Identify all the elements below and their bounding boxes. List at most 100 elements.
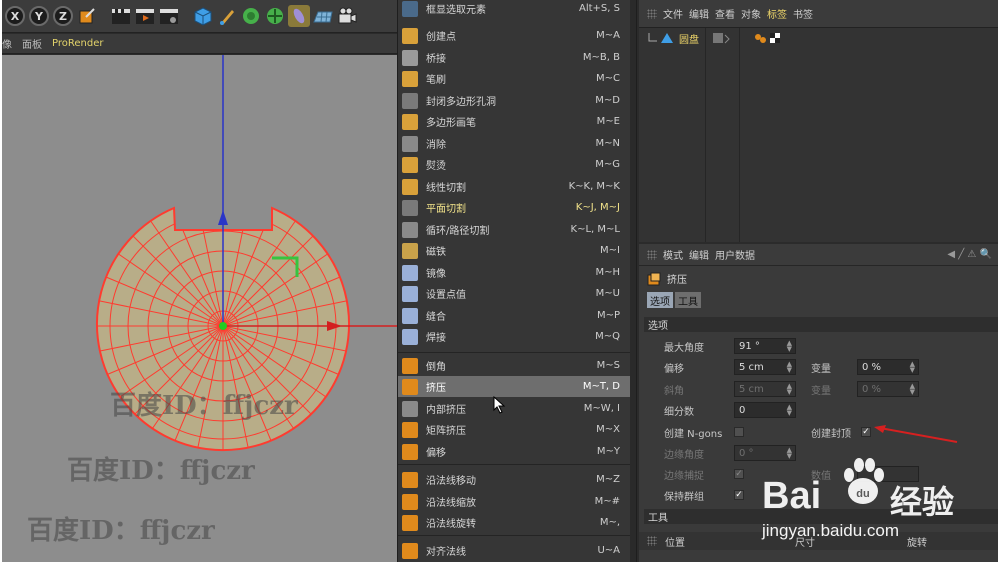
object-name: 圆盘 bbox=[679, 34, 699, 46]
coords-position-label: 位置 bbox=[665, 537, 685, 549]
create-cap-checkbox[interactable]: ✓ bbox=[861, 427, 871, 437]
menu-item-frame-selected[interactable]: 框显选取元素 Alt+S, S bbox=[398, 0, 636, 19]
grip-icon[interactable] bbox=[647, 249, 657, 260]
om-menu-bookmarks[interactable]: 书签 bbox=[793, 6, 813, 21]
menu-item-matrix-extrude[interactable]: 矩阵挤压 M~X bbox=[398, 419, 636, 440]
menu-item-bridge[interactable]: 桥接 M~B, B bbox=[398, 47, 636, 68]
menu-item-iron[interactable]: 熨烫 M~G bbox=[398, 154, 636, 175]
offset-icon bbox=[402, 443, 418, 460]
menu-item-loop-path-cut[interactable]: 循环/路径切割 K~L, M~L bbox=[398, 219, 636, 240]
menu-item-mirror[interactable]: 镜像 M~H bbox=[398, 262, 636, 283]
x-axis-button[interactable]: X bbox=[4, 5, 26, 27]
grip-icon[interactable] bbox=[647, 8, 657, 19]
menu-item-label: 磁铁 bbox=[426, 247, 446, 258]
tab-options[interactable]: 选项 bbox=[647, 292, 673, 308]
material-tag-icon[interactable] bbox=[753, 31, 783, 45]
menu-item-brush[interactable]: 笔刷 M~C bbox=[398, 68, 636, 89]
am-menu-mode[interactable]: 模式 bbox=[663, 247, 683, 262]
menu-item-normal-move[interactable]: 沿法线移动 M~Z bbox=[398, 469, 636, 490]
subdivision-field[interactable]: 0 ▲ ▼ bbox=[734, 402, 796, 418]
variance1-field[interactable]: 0 % ▲ ▼ bbox=[857, 359, 919, 375]
menu-item-label: 线性切割 bbox=[426, 183, 466, 194]
render-to-picture-viewer-button[interactable] bbox=[134, 5, 156, 27]
om-menu-view[interactable]: 查看 bbox=[715, 6, 735, 21]
menu-scrollbar[interactable] bbox=[630, 0, 636, 562]
floor-button[interactable] bbox=[312, 5, 334, 27]
subdivision-button[interactable] bbox=[240, 5, 262, 27]
line-cut-icon bbox=[402, 178, 418, 195]
offset-field[interactable]: 5 cm ▲ ▼ bbox=[734, 359, 796, 375]
menu-item-shortcut: M~D bbox=[595, 95, 620, 106]
edge-snap-checkbox[interactable]: ✓ bbox=[734, 469, 744, 479]
object-row-disk[interactable]: 圆盘 bbox=[647, 30, 783, 46]
am-menu-edit[interactable]: 编辑 bbox=[689, 247, 709, 262]
menu-item-close-polygon-hole[interactable]: 封闭多边形孔洞 M~D bbox=[398, 90, 636, 111]
menu-item-weld[interactable]: 焊接 M~Q bbox=[398, 326, 636, 347]
menu-item-align-normals[interactable]: 对齐法线 U~A bbox=[398, 540, 636, 561]
cloner-icon bbox=[267, 8, 283, 24]
menu-item-shortcut: M~N bbox=[595, 138, 621, 149]
menu-item-plane-cut[interactable]: 平面切割 K~J, M~J bbox=[398, 197, 636, 218]
om-menu-file[interactable]: 文件 bbox=[663, 6, 683, 21]
cube-icon bbox=[194, 7, 212, 26]
variance1-row: 变量 0 % ▲ ▼ bbox=[811, 359, 919, 375]
viewport-menu-item[interactable]: 面板 bbox=[22, 36, 42, 51]
menu-item-line-cut[interactable]: 线性切割 K~K, M~K bbox=[398, 176, 636, 197]
viewport-menu-prorender[interactable]: ProRender bbox=[52, 38, 103, 49]
keep-groups-checkbox[interactable]: ✓ bbox=[734, 490, 744, 500]
menu-item-magnet[interactable]: 磁铁 M~I bbox=[398, 240, 636, 261]
menu-item-normal-rotate[interactable]: 沿法线旋转 M~, bbox=[398, 512, 636, 533]
coord-system-button[interactable] bbox=[76, 5, 98, 27]
am-menu-userdata[interactable]: 用户数据 bbox=[715, 247, 755, 262]
menu-item-label: 矩阵挤压 bbox=[426, 426, 466, 437]
object-origin bbox=[219, 322, 227, 330]
y-axis-button[interactable]: Y bbox=[28, 5, 50, 27]
menu-item-polygon-pen[interactable]: 多边形画笔 M~E bbox=[398, 111, 636, 132]
subdivision-row: 细分数 0 ▲ ▼ bbox=[664, 402, 796, 418]
viewport-menu-item[interactable]: 像 bbox=[2, 36, 12, 51]
z-axis-button[interactable]: Z bbox=[52, 5, 74, 27]
render-view-button[interactable] bbox=[110, 5, 132, 27]
om-menu-tags[interactable]: 标签 bbox=[767, 6, 787, 21]
viewport-3d[interactable]: 百度ID：ffjczr 百度ID：ffjczr 百度ID：ffjczr bbox=[2, 55, 397, 562]
normal-move-icon bbox=[402, 471, 418, 488]
menu-item-extrude[interactable]: 挤压 M~T, D bbox=[398, 376, 636, 397]
tab-tool[interactable]: 工具 bbox=[675, 292, 701, 308]
edge-snap-row: 边缘捕捉 ✓ bbox=[664, 466, 744, 482]
menu-item-normal-scale[interactable]: 沿法线缩放 M~# bbox=[398, 491, 636, 512]
menu-item-bevel[interactable]: 倒角 M~S bbox=[398, 355, 636, 376]
menu-item-stitch-and-sew[interactable]: 缝合 M~P bbox=[398, 305, 636, 326]
offset-label: 偏移 bbox=[664, 363, 684, 375]
pen-icon bbox=[220, 10, 234, 25]
edge-snap-label: 边缘捕捉 bbox=[664, 470, 704, 482]
om-menu-edit[interactable]: 编辑 bbox=[689, 6, 709, 21]
render-settings-button[interactable] bbox=[158, 5, 180, 27]
menu-item-shortcut: M~Z bbox=[596, 474, 620, 485]
menu-item-set-point-value[interactable]: 设置点值 M~U bbox=[398, 283, 636, 304]
cloner-button[interactable] bbox=[264, 5, 286, 27]
nav-arrows-icon[interactable]: ◀ ╱ ⚠ 🔍 bbox=[947, 249, 992, 260]
menu-item-shortcut: M~# bbox=[594, 496, 620, 507]
menu-item-label: 平面切割 bbox=[426, 204, 466, 215]
attribute-manager-menubar: 模式 编辑 用户数据 ◀ ╱ ⚠ 🔍 bbox=[639, 244, 998, 266]
camera-button[interactable] bbox=[336, 5, 358, 27]
pen-button[interactable] bbox=[216, 5, 238, 27]
bevel-field[interactable]: 5 cm ▲ ▼ bbox=[734, 381, 796, 397]
menu-item-dissolve[interactable]: 消除 M~N bbox=[398, 133, 636, 154]
menu-item-create-point[interactable]: 创建点 M~A bbox=[398, 25, 636, 46]
ngons-checkbox[interactable] bbox=[734, 427, 744, 437]
visibility-icon[interactable] bbox=[711, 31, 747, 45]
menu-item-extrude-inner[interactable]: 内部挤压 M~W, I bbox=[398, 398, 636, 419]
extrude-inner-icon bbox=[402, 400, 418, 417]
grip-icon[interactable] bbox=[647, 536, 657, 546]
menu-item-shortcut: M~Y bbox=[596, 446, 620, 457]
om-menu-objects[interactable]: 对象 bbox=[741, 6, 761, 21]
z-axis-icon: Z bbox=[53, 6, 73, 26]
variance2-field[interactable]: 0 % ▲ ▼ bbox=[857, 381, 919, 397]
section-options: 选项 bbox=[644, 317, 998, 332]
max-angle-field[interactable]: 91 ° ▲ ▼ bbox=[734, 338, 796, 354]
cube-button[interactable] bbox=[192, 5, 214, 27]
deformer-button[interactable] bbox=[288, 5, 310, 27]
extrude-icon bbox=[402, 378, 418, 395]
menu-item-offset[interactable]: 偏移 M~Y bbox=[398, 441, 636, 462]
